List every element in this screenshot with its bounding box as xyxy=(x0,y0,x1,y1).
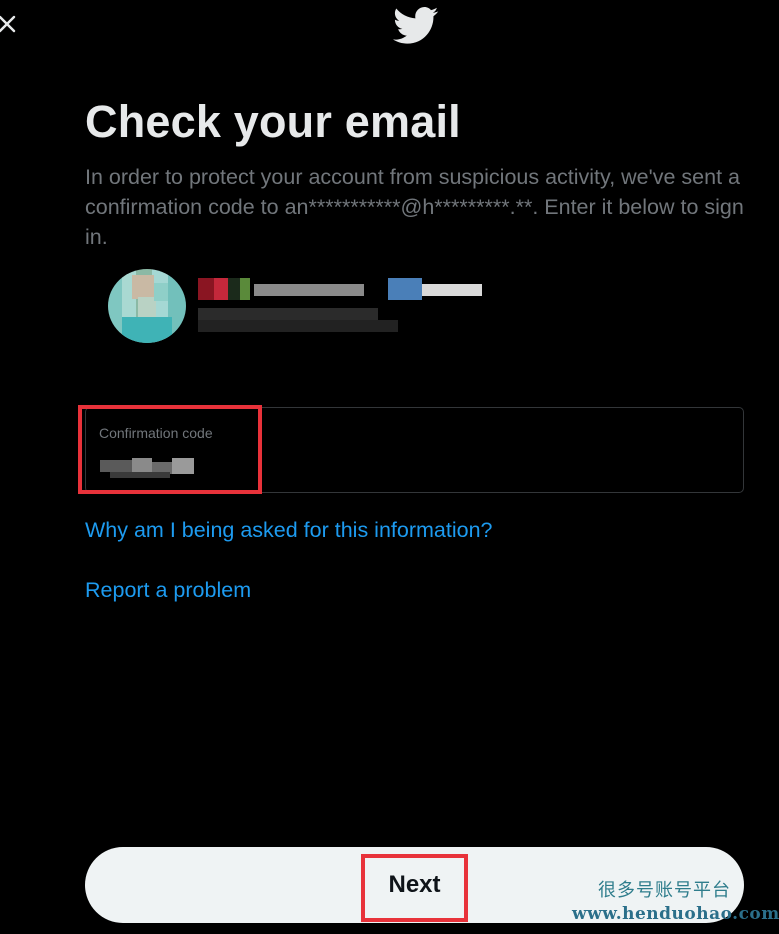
account-handle xyxy=(198,308,398,332)
avatar xyxy=(108,269,186,343)
confirmation-code-value[interactable] xyxy=(100,454,196,480)
page-title: Check your email xyxy=(85,96,461,147)
confirmation-code-label: Confirmation code xyxy=(99,425,213,441)
account-display-name xyxy=(198,278,488,300)
why-asked-link[interactable]: Why am I being asked for this informatio… xyxy=(85,516,493,544)
login-verification-page: Check your email In order to protect you… xyxy=(0,0,779,934)
close-icon xyxy=(0,10,18,38)
page-description: In order to protect your account from su… xyxy=(85,165,744,249)
report-problem-link[interactable]: Report a problem xyxy=(85,576,251,604)
account-card xyxy=(108,266,508,346)
twitter-bird-icon xyxy=(393,6,439,46)
watermark-text: 很多号账号平台 xyxy=(598,880,731,901)
watermark-url: www.henduohao.com xyxy=(572,904,779,924)
confirmation-code-field[interactable]: Confirmation code xyxy=(85,407,744,493)
close-button[interactable] xyxy=(0,10,18,38)
